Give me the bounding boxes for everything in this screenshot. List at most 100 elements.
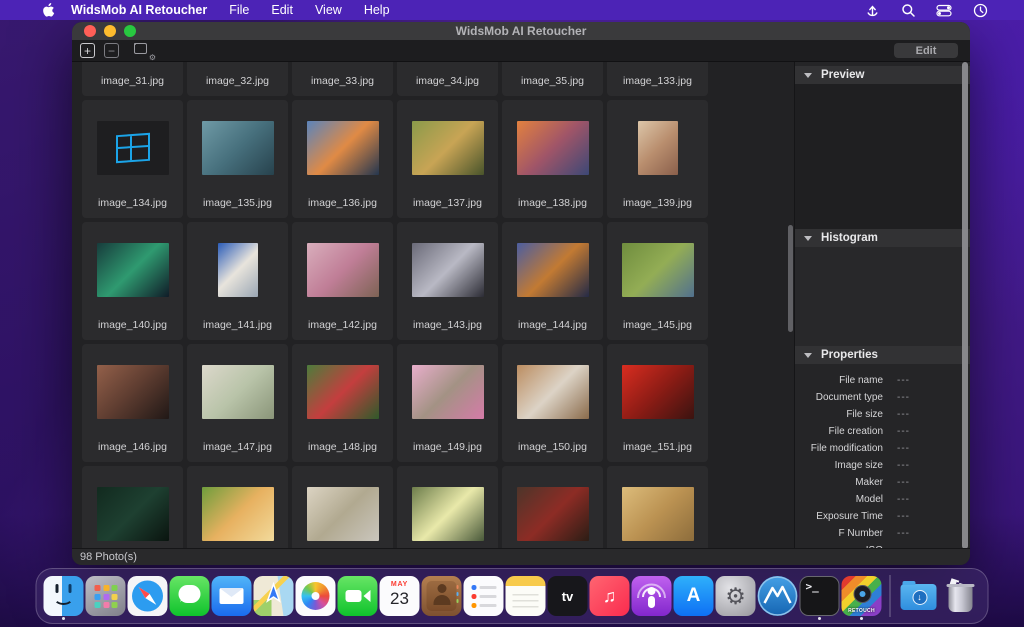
photo-cell[interactable]: image_148.jpg — [292, 344, 393, 462]
menu-file[interactable]: File — [229, 3, 249, 17]
airdrop-icon[interactable] — [864, 2, 880, 18]
photo-cell[interactable]: image_142.jpg — [292, 222, 393, 340]
dock-terminal-icon[interactable]: >_ — [800, 576, 840, 616]
dock-calendar-icon[interactable]: MAY23 — [380, 576, 420, 616]
dock-appstore-icon[interactable]: A — [674, 576, 714, 616]
photo-cell[interactable]: image_35.jpg — [502, 62, 603, 96]
thumb-woman-blue-door — [218, 243, 258, 297]
photo-thumbnail-area — [292, 344, 393, 440]
dock-podcasts-icon[interactable] — [632, 576, 672, 616]
dock-item-terminal[interactable]: >_ — [800, 572, 840, 620]
properties-panel-header[interactable]: Properties — [795, 346, 970, 365]
preview-panel-header[interactable]: Preview — [795, 66, 970, 85]
dock-launchpad-icon[interactable] — [86, 576, 126, 616]
dock-trash-icon[interactable] — [941, 576, 981, 616]
photo-cell[interactable]: image_138.jpg — [502, 100, 603, 218]
dock-item-reminders[interactable] — [464, 572, 504, 620]
dock-contacts-icon[interactable] — [422, 576, 462, 616]
dock-widsmob-icon[interactable] — [758, 576, 798, 616]
photo-thumbnail-area — [187, 466, 288, 549]
dock-item-settings[interactable]: ⚙ — [716, 572, 756, 620]
dock-item-photos[interactable] — [296, 572, 336, 620]
dock-maps-icon[interactable] — [254, 576, 294, 616]
photo-cell[interactable] — [397, 466, 498, 549]
dock-facetime-icon[interactable] — [338, 576, 378, 616]
dock-item-finder[interactable] — [44, 572, 84, 620]
menu-view[interactable]: View — [315, 3, 342, 17]
search-icon[interactable] — [900, 2, 916, 18]
photo-cell[interactable]: image_141.jpg — [187, 222, 288, 340]
photo-cell[interactable] — [607, 466, 708, 549]
photo-cell[interactable]: image_140.jpg — [82, 222, 183, 340]
apple-menu-icon[interactable] — [42, 3, 55, 18]
dock-item-downloads[interactable]: ↓ — [899, 572, 939, 620]
dock-item-maps[interactable] — [254, 572, 294, 620]
dock-item-contacts[interactable] — [422, 572, 462, 620]
dock-item-calendar[interactable]: MAY23 — [380, 572, 420, 620]
control-center-icon[interactable] — [936, 2, 952, 18]
dock-mail-icon[interactable] — [212, 576, 252, 616]
photo-filename: image_136.jpg — [292, 197, 393, 209]
photo-cell[interactable]: image_151.jpg — [607, 344, 708, 462]
dock-item-mail[interactable] — [212, 572, 252, 620]
photo-thumbnail-area — [292, 62, 393, 74]
dock-downloads-icon[interactable]: ↓ — [899, 576, 939, 616]
dock-safari-icon[interactable] — [128, 576, 168, 616]
menu-edit[interactable]: Edit — [271, 3, 293, 17]
photo-cell[interactable]: image_149.jpg — [397, 344, 498, 462]
photo-cell[interactable]: image_144.jpg — [502, 222, 603, 340]
dock-item-widsmob[interactable] — [758, 572, 798, 620]
dock-settings-icon[interactable]: ⚙ — [716, 576, 756, 616]
photo-cell[interactable]: image_34.jpg — [397, 62, 498, 96]
dock-item-podcasts[interactable] — [632, 572, 672, 620]
photo-cell[interactable]: image_145.jpg — [607, 222, 708, 340]
batch-edit-icon[interactable]: ⚙ — [134, 43, 154, 59]
photo-cell[interactable] — [187, 466, 288, 549]
property-value: --- — [897, 511, 910, 522]
photo-cell[interactable]: image_32.jpg — [187, 62, 288, 96]
dock-notes-icon[interactable] — [506, 576, 546, 616]
photo-cell[interactable] — [502, 466, 603, 549]
dock-item-launchpad[interactable] — [86, 572, 126, 620]
photo-cell[interactable]: image_134.jpg — [82, 100, 183, 218]
photo-cell[interactable]: image_135.jpg — [187, 100, 288, 218]
photo-cell[interactable] — [292, 466, 393, 549]
dock-music-icon[interactable]: ♫ — [590, 576, 630, 616]
photo-cell[interactable]: image_31.jpg — [82, 62, 183, 96]
dock-item-music[interactable]: ♫ — [590, 572, 630, 620]
dock-item-appstore[interactable]: A — [674, 572, 714, 620]
dock-appletv-icon[interactable]: tv — [548, 576, 588, 616]
dock-item-appletv[interactable]: tv — [548, 572, 588, 620]
photo-cell[interactable]: image_136.jpg — [292, 100, 393, 218]
dock-item-retouch[interactable]: RETOUCH — [842, 572, 882, 620]
photo-cell[interactable]: image_147.jpg — [187, 344, 288, 462]
dock-reminders-icon[interactable] — [464, 576, 504, 616]
dock-item-facetime[interactable] — [338, 572, 378, 620]
dock-item-messages[interactable] — [170, 572, 210, 620]
dock-messages-icon[interactable] — [170, 576, 210, 616]
clock-icon[interactable] — [972, 2, 988, 18]
photo-cell[interactable]: image_133.jpg — [607, 62, 708, 96]
menu-help[interactable]: Help — [364, 3, 390, 17]
photo-cell[interactable]: image_146.jpg — [82, 344, 183, 462]
dock-item-notes[interactable] — [506, 572, 546, 620]
dock-item-safari[interactable] — [128, 572, 168, 620]
dock-retouch-icon[interactable]: RETOUCH — [842, 576, 882, 616]
dock-item-trash[interactable] — [941, 572, 981, 620]
menubar-app-name[interactable]: WidsMob AI Retoucher — [71, 3, 207, 17]
photo-cell[interactable]: image_33.jpg — [292, 62, 393, 96]
histogram-panel-header[interactable]: Histogram — [795, 229, 970, 248]
remove-photos-button[interactable]: − — [104, 43, 119, 58]
photo-cell[interactable]: image_137.jpg — [397, 100, 498, 218]
photo-cell[interactable] — [82, 466, 183, 549]
photo-cell[interactable]: image_150.jpg — [502, 344, 603, 462]
photo-filename: image_32.jpg — [187, 75, 288, 87]
photo-thumbnail-area — [397, 344, 498, 440]
photo-cell[interactable]: image_143.jpg — [397, 222, 498, 340]
edit-button[interactable]: Edit — [894, 43, 958, 58]
dock-finder-icon[interactable] — [44, 576, 84, 616]
photo-cell[interactable]: image_139.jpg — [607, 100, 708, 218]
dock-photos-icon[interactable] — [296, 576, 336, 616]
sidebar-scrollbar[interactable] — [962, 62, 968, 549]
add-photos-button[interactable]: + — [80, 43, 95, 58]
